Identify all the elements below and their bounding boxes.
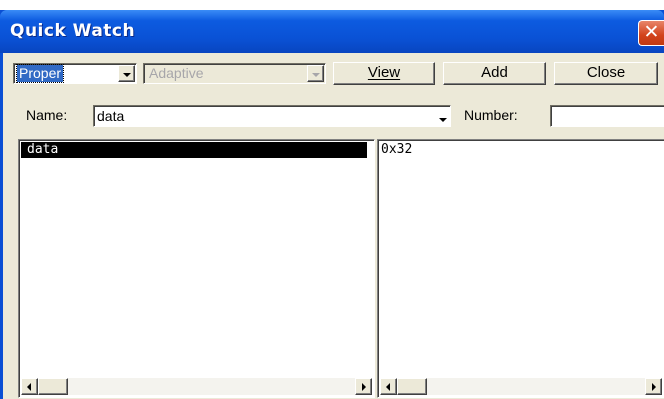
selected-symbol-row[interactable]: data bbox=[21, 142, 367, 158]
mode-dropdown-button[interactable] bbox=[118, 65, 135, 82]
adaptive-dropdown-button[interactable] bbox=[307, 65, 324, 82]
scroll-right-button[interactable] bbox=[355, 378, 372, 395]
scroll-right-arrow-icon bbox=[652, 383, 656, 391]
watch-value-text: 0x32 bbox=[381, 142, 413, 157]
close-button[interactable]: Close bbox=[554, 62, 658, 85]
add-button-label: Add bbox=[481, 64, 508, 81]
scroll-thumb[interactable] bbox=[397, 378, 427, 395]
name-field-value: data bbox=[97, 108, 125, 124]
close-button-label: Close bbox=[586, 64, 626, 81]
name-combobox[interactable]: data bbox=[93, 105, 451, 127]
name-label: Name: bbox=[26, 107, 68, 123]
symbol-list-horizontal-scrollbar[interactable] bbox=[21, 378, 372, 395]
adaptive-dropdown-value: Adaptive bbox=[149, 65, 204, 81]
symbol-list-pane[interactable]: data bbox=[18, 139, 375, 398]
chevron-down-icon[interactable] bbox=[439, 118, 447, 122]
quick-watch-window: Quick Watch ✕ Proper Adaptive View Add C… bbox=[0, 10, 664, 399]
adaptive-dropdown[interactable]: Adaptive bbox=[143, 63, 326, 84]
title-bar[interactable]: Quick Watch ✕ bbox=[0, 10, 664, 53]
scroll-left-button[interactable] bbox=[21, 378, 38, 395]
mode-dropdown-value: Proper bbox=[15, 64, 65, 83]
chevron-down-icon bbox=[312, 73, 320, 77]
add-button[interactable]: Add bbox=[443, 62, 546, 85]
chevron-down-icon bbox=[123, 73, 131, 77]
view-button[interactable]: View bbox=[333, 62, 435, 85]
number-label: Number: bbox=[464, 107, 518, 123]
scroll-thumb[interactable] bbox=[38, 378, 68, 395]
selected-symbol-label: data bbox=[27, 142, 59, 157]
scroll-right-button[interactable] bbox=[645, 378, 662, 395]
close-icon: ✕ bbox=[643, 22, 660, 43]
view-button-label: View bbox=[367, 64, 401, 81]
scroll-left-arrow-icon bbox=[386, 383, 390, 391]
scroll-right-arrow-icon bbox=[362, 383, 366, 391]
scroll-left-arrow-icon bbox=[27, 383, 31, 391]
value-pane-horizontal-scrollbar[interactable] bbox=[380, 378, 662, 395]
window-close-button[interactable]: ✕ bbox=[638, 20, 664, 46]
number-field[interactable] bbox=[550, 105, 664, 127]
value-pane[interactable]: 0x32 bbox=[377, 139, 664, 398]
dialog-client: Proper Adaptive View Add Close Name: dat… bbox=[3, 53, 664, 399]
window-title: Quick Watch bbox=[10, 21, 136, 41]
mode-dropdown[interactable]: Proper bbox=[13, 63, 137, 84]
scroll-left-button[interactable] bbox=[380, 378, 397, 395]
